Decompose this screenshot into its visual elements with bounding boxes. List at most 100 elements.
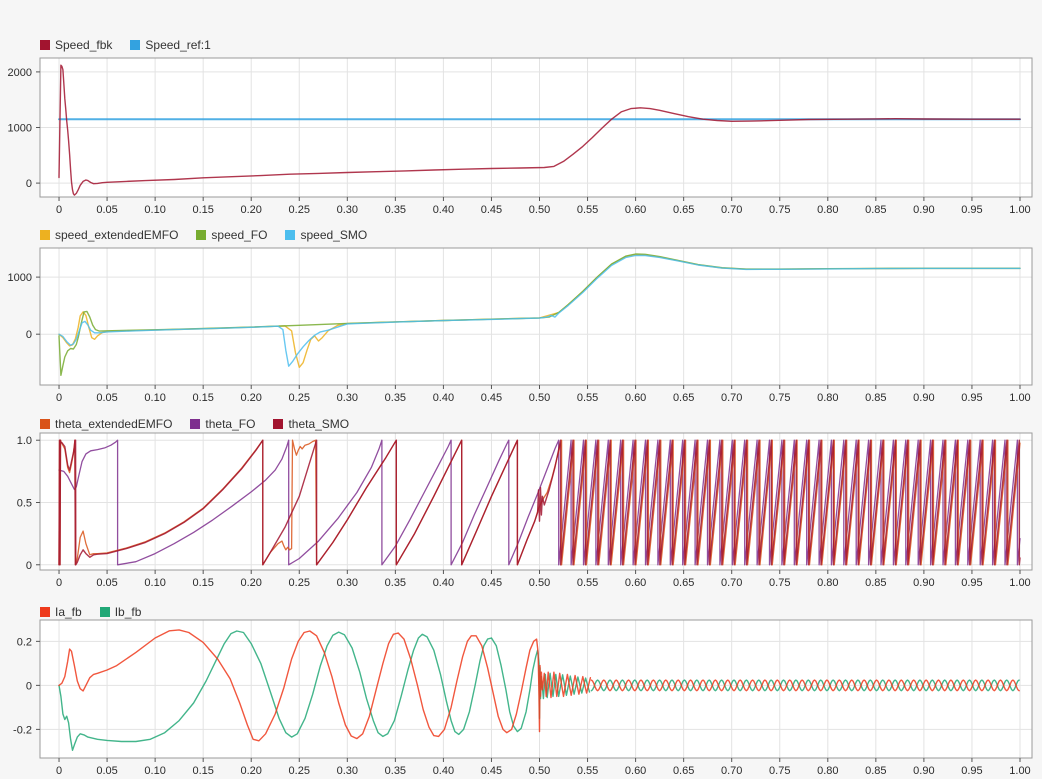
legend-item-Speed_fbk: Speed_fbk [40,38,112,52]
x-tick-label: 0.65 [673,392,694,404]
x-tick-label: 0.60 [625,204,646,216]
x-tick-label: 0.50 [529,765,550,777]
x-tick-label: 0.95 [961,204,982,216]
x-tick-label: 0.30 [337,204,358,216]
x-tick-label: 0.25 [289,765,310,777]
x-tick-label: 0 [56,392,62,404]
x-tick-label: 0.65 [673,204,694,216]
x-tick-label: 0.80 [817,765,838,777]
legend-label: theta_FO [205,417,255,431]
legend-item-speed_extendedEMFO: speed_extendedEMFO [40,228,178,242]
x-tick-label: 0.30 [337,392,358,404]
legend-label: speed_FO [211,228,267,242]
x-tick-label: 0.05 [96,392,117,404]
y-tick-label: 0.5 [17,497,32,509]
x-tick-label: 0.10 [144,204,165,216]
x-tick-label: 0.40 [433,765,454,777]
x-tick-label: 0.50 [529,204,550,216]
x-tick-label: 1.00 [1009,577,1030,589]
y-tick-label: 1000 [8,123,32,135]
x-tick-label: 0.30 [337,765,358,777]
legend-label: theta_SMO [288,417,349,431]
x-tick-label: 0.75 [769,392,790,404]
legend-label: theta_extendedEMFO [55,417,172,431]
x-tick-label: 0.95 [961,765,982,777]
x-tick-label: 0.85 [865,765,886,777]
x-tick-label: 0.20 [241,204,262,216]
x-tick-label: 0.20 [241,392,262,404]
legend-item-speed_FO: speed_FO [196,228,267,242]
legend-item-Speed_ref:1: Speed_ref:1 [130,38,210,52]
x-tick-label: 0.10 [144,765,165,777]
legend-item-Ib_fb: Ib_fb [100,605,142,619]
x-tick-label: 0.90 [913,204,934,216]
x-tick-label: 0.70 [721,204,742,216]
x-tick-label: 0.70 [721,392,742,404]
plot-panel-3: 00.050.100.150.200.250.300.350.400.450.5… [17,433,1032,589]
x-tick-label: 0.80 [817,204,838,216]
x-tick-label: 0.75 [769,204,790,216]
x-tick-label: 0.90 [913,577,934,589]
plot-panel-1: 00.050.100.150.200.250.300.350.400.450.5… [8,58,1032,216]
x-tick-label: 0.60 [625,765,646,777]
x-tick-label: 0.65 [673,577,694,589]
legend-label: Ib_fb [115,605,142,619]
x-tick-label: 0 [56,765,62,777]
x-tick-label: 1.00 [1009,204,1030,216]
legend-swatch [40,607,50,617]
x-tick-label: 0.70 [721,577,742,589]
x-tick-label: 0.80 [817,577,838,589]
x-tick-label: 1.00 [1009,765,1030,777]
legend-label: speed_extendedEMFO [55,228,178,242]
x-tick-label: 0.55 [577,577,598,589]
legend-swatch [196,230,206,240]
x-tick-label: 0.85 [865,204,886,216]
x-tick-label: 0.45 [481,204,502,216]
x-tick-label: 0.40 [433,204,454,216]
legend-label: Speed_fbk [55,38,112,52]
x-tick-label: 0.15 [192,765,213,777]
y-tick-label: 0.2 [17,636,32,648]
x-tick-label: 0.50 [529,577,550,589]
x-tick-label: 0.25 [289,204,310,216]
y-tick-label: 0 [26,178,32,190]
x-tick-label: 0.35 [385,204,406,216]
x-tick-label: 0.60 [625,392,646,404]
x-tick-label: 0.55 [577,765,598,777]
x-tick-label: 0.05 [96,765,117,777]
x-tick-label: 0.10 [144,392,165,404]
x-tick-label: 0.75 [769,765,790,777]
x-tick-label: 0.95 [961,392,982,404]
x-tick-label: 0.45 [481,765,502,777]
legend-label: Speed_ref:1 [145,38,210,52]
legend-item-speed_SMO: speed_SMO [285,228,367,242]
x-tick-label: 0.45 [481,577,502,589]
y-tick-label: 0 [26,560,32,572]
x-tick-label: 0.65 [673,765,694,777]
legend-swatch [285,230,295,240]
x-tick-label: 0.95 [961,577,982,589]
legend-plot2: speed_extendedEMFO speed_FO speed_SMO [40,228,367,242]
x-tick-label: 0.15 [192,392,213,404]
legend-item-Ia_fb: Ia_fb [40,605,82,619]
x-tick-label: 0 [56,204,62,216]
x-tick-label: 0.35 [385,765,406,777]
plot-canvas[interactable]: 00.050.100.150.200.250.300.350.400.450.5… [0,0,1042,779]
x-tick-label: 0.25 [289,392,310,404]
x-tick-label: 0.45 [481,392,502,404]
x-tick-label: 0.25 [289,577,310,589]
legend-swatch [273,419,283,429]
legend-swatch [130,40,140,50]
x-tick-label: 0.50 [529,392,550,404]
y-tick-label: -0.2 [13,724,32,736]
y-tick-label: 1000 [8,272,32,284]
x-tick-label: 0.05 [96,577,117,589]
legend-item-theta_SMO: theta_SMO [273,417,349,431]
x-tick-label: 0 [56,577,62,589]
x-tick-label: 0.40 [433,392,454,404]
x-tick-label: 0.90 [913,392,934,404]
plot-panel-4: 00.050.100.150.200.250.300.350.400.450.5… [13,620,1032,777]
legend-label: Ia_fb [55,605,82,619]
x-tick-label: 0.85 [865,577,886,589]
legend-item-theta_FO: theta_FO [190,417,255,431]
